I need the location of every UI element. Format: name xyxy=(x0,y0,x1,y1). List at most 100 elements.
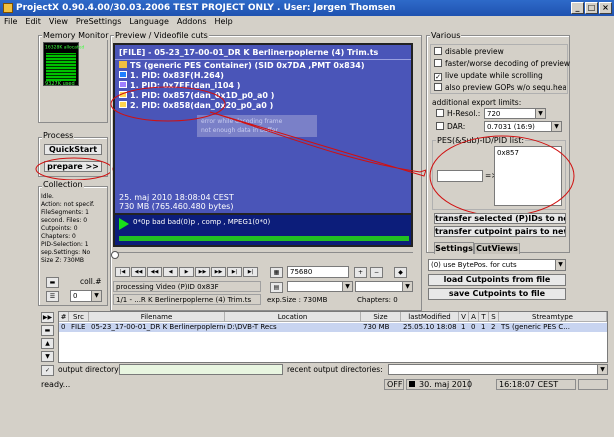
hresol-select[interactable]: 720 ▼ xyxy=(484,108,546,119)
dar-checkbox[interactable]: DAR: xyxy=(436,122,465,132)
table-header-size[interactable]: Size xyxy=(361,312,401,322)
table-header-s[interactable]: S xyxy=(489,312,499,322)
table-header-t[interactable]: T xyxy=(479,312,489,322)
chevron-down-icon: ▼ xyxy=(551,122,561,131)
add-cut-button[interactable]: + xyxy=(354,267,367,278)
video-status-strip: 0*0p bad bad(0)p , comp , MPEG1(0*0) xyxy=(113,215,413,247)
table-header-location[interactable]: Location xyxy=(225,312,361,322)
coll-number-select[interactable]: 0 ▼ xyxy=(70,290,102,302)
coll-label: coll.# xyxy=(80,277,102,286)
processing-label: processing Video (P)ID 0x83F xyxy=(113,281,261,292)
disable-preview-checkbox[interactable]: disable preview xyxy=(434,47,504,57)
table-action-button-3[interactable]: ▲ xyxy=(41,338,54,349)
output-dir-label: output directory: xyxy=(58,365,121,374)
load-cutpoints-button[interactable]: load Cutpoints from file xyxy=(428,274,566,286)
window-title: ProjectX 0.90.4.00/30.03.2006 TEST PROJE… xyxy=(16,3,396,13)
quickstart-button[interactable]: QuickStart xyxy=(44,144,102,155)
cut-grid-icon[interactable]: ▦ xyxy=(270,267,283,278)
process-title: Process xyxy=(42,131,75,140)
table-header-src[interactable]: Src xyxy=(69,312,89,322)
table-header-filename[interactable]: Filename xyxy=(89,312,225,322)
menu-file[interactable]: File xyxy=(4,16,17,28)
preview-ts-line: TS (generic PES Container) (SID 0x7DA ,P… xyxy=(119,61,364,71)
table-header-a[interactable]: A xyxy=(469,312,479,322)
window-titlebar: ProjectX 0.90.4.00/30.03.2006 TEST PROJE… xyxy=(0,0,614,16)
table-header-lastmodified[interactable]: lastModified xyxy=(401,312,459,322)
recent-dirs-select[interactable]: ▼ xyxy=(388,364,608,375)
preview-divider xyxy=(115,59,411,60)
indicator-icon xyxy=(409,381,415,387)
position-slider[interactable] xyxy=(111,251,413,260)
transfer-cutpoints-button[interactable]: transfer cutpoint pairs to new ... xyxy=(434,226,566,237)
collection-remove-button[interactable]: ▬ xyxy=(46,277,59,288)
nav-back-step-button[interactable]: ◀ xyxy=(163,267,178,277)
slider-thumb[interactable] xyxy=(111,251,119,259)
nav-forward-button[interactable]: ▶▶ xyxy=(195,267,210,277)
table-header-index[interactable]: # xyxy=(59,312,69,322)
status-time: 16:18:07 CEST xyxy=(496,379,576,390)
video-status-text: 0*0p bad bad(0)p , comp , MPEG1(0*0) xyxy=(133,218,271,226)
chevron-down-icon: ▼ xyxy=(597,365,607,374)
nav-end-button[interactable]: ▶| xyxy=(243,267,258,277)
collection-list-button[interactable]: ☰ xyxy=(46,291,59,302)
table-header-v[interactable]: V xyxy=(459,312,469,322)
preview-size: 730 MB (765.460.480 bytes) xyxy=(119,202,234,211)
play-icon[interactable] xyxy=(119,218,129,230)
file-table[interactable]: # Src Filename Location Size lastModifie… xyxy=(58,311,608,363)
recent-dirs-label: recent output directories: xyxy=(287,365,383,374)
menu-edit[interactable]: Edit xyxy=(25,16,41,28)
preview-pid-video[interactable]: 1. PID: 0x83F(H.264) xyxy=(119,71,224,81)
hresol-checkbox[interactable]: H-Resol.: xyxy=(436,109,480,119)
nav-first-button[interactable]: |◀ xyxy=(115,267,130,277)
annotation-ellipse-pidlist xyxy=(429,135,575,217)
tab-cutviews[interactable]: CutViews xyxy=(474,243,520,254)
remove-cut-button[interactable]: − xyxy=(370,267,383,278)
output-dir-checkbox[interactable]: ✓ xyxy=(41,365,54,376)
cut-select[interactable]: ▼ xyxy=(287,281,353,292)
nav-forward-fast-button[interactable]: ▶▶ xyxy=(211,267,226,277)
table-action-button-1[interactable]: ▶▶ xyxy=(41,312,54,323)
table-action-button-2[interactable]: ▬ xyxy=(41,325,54,336)
chevron-down-icon: ▼ xyxy=(91,291,101,301)
various-title: Various xyxy=(430,31,462,40)
nav-back-button[interactable]: ◀◀ xyxy=(147,267,162,277)
close-button[interactable]: × xyxy=(599,2,612,14)
output-dir-field[interactable] xyxy=(119,364,283,375)
bytepos-select[interactable]: (0) use BytePos. for cuts ▼ xyxy=(428,259,566,271)
nav-back-fast-button[interactable]: ◀◀ xyxy=(131,267,146,277)
file-label: 1/1 - ...R K Berlinerpoplerne (4) Trim.t… xyxy=(113,294,261,305)
nav-forward-step-button[interactable]: ▶ xyxy=(179,267,194,277)
nav-last-button[interactable]: ▶| xyxy=(227,267,242,277)
menu-addons[interactable]: Addons xyxy=(177,16,207,28)
tab-settings[interactable]: Settings xyxy=(434,242,474,254)
menu-language[interactable]: Language xyxy=(129,16,168,28)
memory-allocated: 16328K allocated xyxy=(45,45,85,51)
minimize-button[interactable]: _ xyxy=(571,2,584,14)
chevron-down-icon: ▼ xyxy=(402,282,412,291)
menu-presettings[interactable]: PreSettings xyxy=(76,16,122,28)
table-action-button-4[interactable]: ▼ xyxy=(41,351,54,362)
table-header-streamtype[interactable]: Streamtype xyxy=(499,312,607,322)
transfer-pids-button[interactable]: transfer selected (P)IDs to new... xyxy=(434,213,566,224)
faster-decoding-checkbox[interactable]: faster/worse decoding of preview xyxy=(434,59,570,69)
ts-container-icon xyxy=(119,61,127,68)
chevron-down-icon: ▼ xyxy=(535,109,545,118)
chevron-down-icon: ▼ xyxy=(555,260,565,270)
chapter-select[interactable]: ▼ xyxy=(355,281,413,292)
save-cutpoints-button[interactable]: save Cutpoints to file xyxy=(428,288,566,300)
menu-view[interactable]: View xyxy=(49,16,68,28)
chapter-button[interactable]: ◆ xyxy=(394,267,407,278)
menu-help[interactable]: Help xyxy=(215,16,233,28)
position-input[interactable]: 75680 xyxy=(287,266,349,278)
chapters-label: Chapters: 0 xyxy=(357,296,398,304)
maximize-button[interactable]: □ xyxy=(585,2,598,14)
live-update-checkbox[interactable]: ✓ live update while scrolling xyxy=(434,71,543,81)
status-off: OFF xyxy=(384,379,404,390)
annotation-ellipse-prepare xyxy=(35,157,113,181)
preview-gops-checkbox[interactable]: also preview GOPs w/o sequ.hea... xyxy=(434,83,566,93)
app-icon xyxy=(3,3,13,13)
preview-file-line: [FILE] - 05-23_17-00-01_DR K Berlinerpop… xyxy=(119,48,379,57)
preview-title: Preview / Videofile cuts xyxy=(114,31,209,40)
dar-select[interactable]: 0.7031 (16:9) ▼ xyxy=(484,121,562,132)
cut-list-icon[interactable]: ▤ xyxy=(270,282,283,293)
